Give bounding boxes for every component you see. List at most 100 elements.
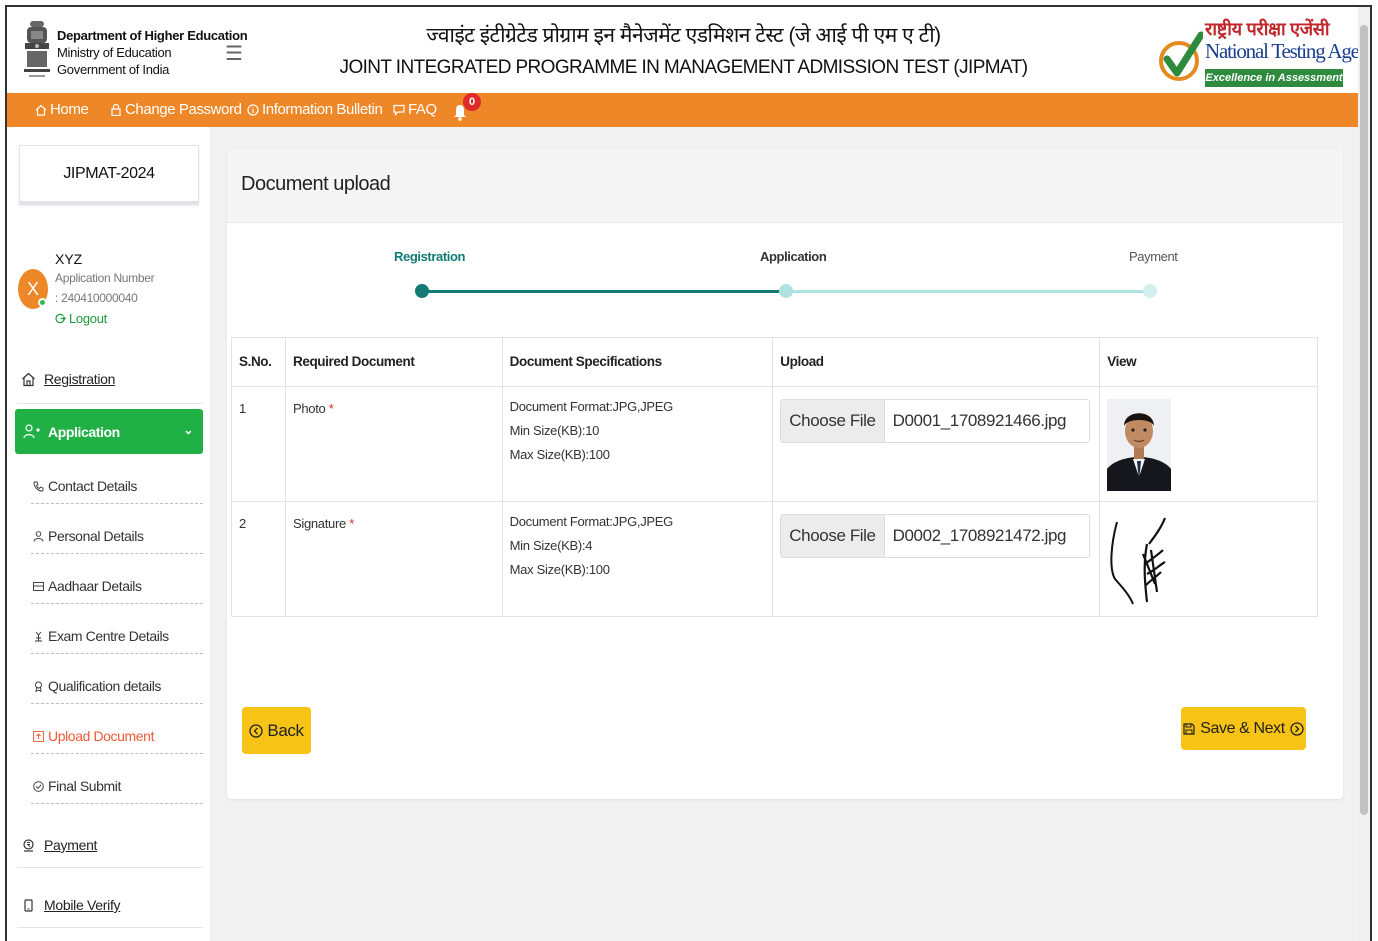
- info-icon: [247, 103, 259, 116]
- sidebar-item-registration[interactable]: Registration: [21, 371, 115, 387]
- nav-home[interactable]: Home: [35, 101, 89, 118]
- sidebar-application-label: Application: [48, 423, 120, 440]
- nav-change-password-label: Change Password: [125, 101, 242, 118]
- online-status-dot: [38, 298, 47, 307]
- chat-icon: [393, 104, 405, 116]
- signature-file-input[interactable]: Choose File D0002_1708921472.jpg: [780, 514, 1091, 558]
- page-scrollbar[interactable]: [1358, 7, 1370, 941]
- notification-count-badge: 0: [463, 93, 481, 111]
- row-specifications: Document Format:JPG,JPEG Min Size(KB):4 …: [501, 501, 774, 617]
- table-header-row: S.No. Required Document Document Specifi…: [231, 337, 1318, 387]
- nav-faq[interactable]: FAQ: [393, 101, 437, 118]
- sidebar-payment-label: Payment: [44, 837, 98, 853]
- row-upload: Choose File D0002_1708921472.jpg: [772, 501, 1101, 617]
- document-name: Signature: [292, 516, 346, 531]
- personal-details-label: Personal Details: [48, 528, 144, 544]
- payment-icon: [23, 838, 34, 852]
- row-document: Photo *: [284, 386, 503, 502]
- lock-icon: [111, 103, 121, 116]
- header-view: View: [1099, 337, 1318, 387]
- application-number-label: Application Number: [55, 271, 155, 285]
- row-document: Signature *: [284, 501, 503, 617]
- step-registration-dot: [415, 284, 429, 298]
- logout-icon: [55, 313, 66, 324]
- arrow-left-circle-icon: [249, 723, 264, 738]
- spec-max-size: Max Size(KB):100: [509, 562, 610, 577]
- nav-change-password[interactable]: Change Password: [110, 101, 242, 118]
- row-sno: 1: [231, 386, 286, 502]
- chevron-down-icon: ⌄: [183, 423, 193, 437]
- exam-title-hindi: ज्वाइंट इंटीग्रेटेड प्रोग्राम इन मैनेजमे…: [426, 24, 941, 47]
- user-icon: [33, 530, 44, 542]
- scrollbar-thumb[interactable]: [1360, 25, 1368, 815]
- qualification-details-label: Qualification details: [48, 678, 161, 694]
- step-progress-line-completed: [422, 290, 786, 293]
- step-payment-dot: [1143, 284, 1157, 298]
- divider: [17, 867, 203, 868]
- sidebar-item-upload-document[interactable]: Upload Document: [33, 728, 154, 744]
- aadhaar-details-label: Aadhaar Details: [48, 578, 142, 594]
- step-progress-line-pending: [786, 290, 1150, 293]
- home-outline-icon: [22, 372, 35, 386]
- sidebar-item-mobile-verify[interactable]: Mobile Verify: [21, 897, 121, 913]
- save-next-button[interactable]: Save & Next: [1181, 707, 1306, 750]
- row-sno: 2: [231, 501, 286, 617]
- step-application-label: Application: [760, 249, 827, 264]
- table-row: 1 Photo * Document Format:JPG,JPEG Min S…: [231, 386, 1318, 502]
- back-button-label: Back: [267, 720, 304, 740]
- nta-logo: राष्ट्रीय परीक्षा एजेंसी National Testin…: [1159, 17, 1370, 89]
- nav-information-bulletin-label: Information Bulletin: [262, 101, 383, 118]
- choose-file-button[interactable]: Choose File: [781, 515, 885, 557]
- row-upload: Choose File D0001_1708921466.jpg: [772, 386, 1101, 502]
- sidebar-item-application[interactable]: Application ⌄: [15, 409, 203, 454]
- header-document-specifications: Document Specifications: [501, 337, 774, 387]
- divider: [31, 603, 203, 604]
- contact-details-label: Contact Details: [48, 478, 137, 494]
- required-marker: *: [349, 516, 355, 531]
- table-row: 2 Signature * Document Format:JPG,JPEG M…: [231, 501, 1318, 617]
- spec-format: Document Format:JPG,JPEG: [509, 399, 674, 414]
- row-specifications: Document Format:JPG,JPEG Min Size(KB):10…: [501, 386, 774, 502]
- sidebar-item-contact-details[interactable]: Contact Details: [33, 478, 137, 494]
- phone-icon: [33, 481, 44, 491]
- sidebar-item-aadhaar-details[interactable]: Aadhaar Details: [33, 578, 142, 594]
- browser-page: Department of Higher Education Ministry …: [5, 5, 1372, 941]
- photo-preview-image[interactable]: [1107, 399, 1172, 491]
- step-application-dot: [779, 284, 793, 298]
- centre-icon: [35, 631, 42, 641]
- arrow-right-circle-icon: [1290, 721, 1304, 736]
- step-payment-label: Payment: [1129, 249, 1178, 264]
- sidebar-item-personal-details[interactable]: Personal Details: [33, 528, 144, 544]
- sidebar-item-payment[interactable]: Payment: [21, 837, 97, 853]
- nta-name-english: National Testing Agency: [1205, 39, 1372, 63]
- award-icon: [35, 681, 42, 692]
- header-upload: Upload: [772, 337, 1101, 387]
- nta-name-hindi: राष्ट्रीय परीक्षा एजेंसी: [1205, 19, 1330, 39]
- application-number: : 240410000040: [55, 291, 138, 305]
- sidebar-item-qualification-details[interactable]: Qualification details: [33, 678, 161, 694]
- divider: [31, 503, 203, 504]
- header-required-document: Required Document: [284, 337, 503, 387]
- spec-min-size: Min Size(KB):4: [509, 538, 593, 553]
- sidebar-item-exam-centre-details[interactable]: Exam Centre Details: [33, 628, 169, 644]
- upload-icon: [33, 730, 44, 742]
- spec-max-size: Max Size(KB):100: [509, 447, 610, 462]
- divider: [31, 703, 203, 704]
- mobile-icon: [24, 898, 33, 912]
- signature-preview-image[interactable]: [1107, 514, 1172, 606]
- divider: [31, 753, 203, 754]
- required-marker: *: [328, 401, 334, 416]
- final-submit-label: Final Submit: [48, 778, 122, 794]
- nta-tagline: Excellence in Assessment: [1205, 69, 1343, 87]
- top-nav: Home Change Password Information Bulleti…: [7, 93, 1360, 127]
- nav-home-label: Home: [50, 101, 89, 118]
- choose-file-button[interactable]: Choose File: [781, 400, 885, 442]
- photo-file-input[interactable]: Choose File D0001_1708921466.jpg: [780, 399, 1091, 443]
- sidebar-item-final-submit[interactable]: Final Submit: [33, 778, 121, 794]
- row-view: [1099, 501, 1318, 617]
- exam-name-box: JIPMAT-2024: [19, 145, 199, 205]
- logout-link[interactable]: Logout: [55, 311, 107, 326]
- user-name: XYZ: [55, 251, 83, 267]
- back-button[interactable]: Back: [242, 707, 311, 754]
- nav-information-bulletin[interactable]: Information Bulletin: [247, 101, 383, 118]
